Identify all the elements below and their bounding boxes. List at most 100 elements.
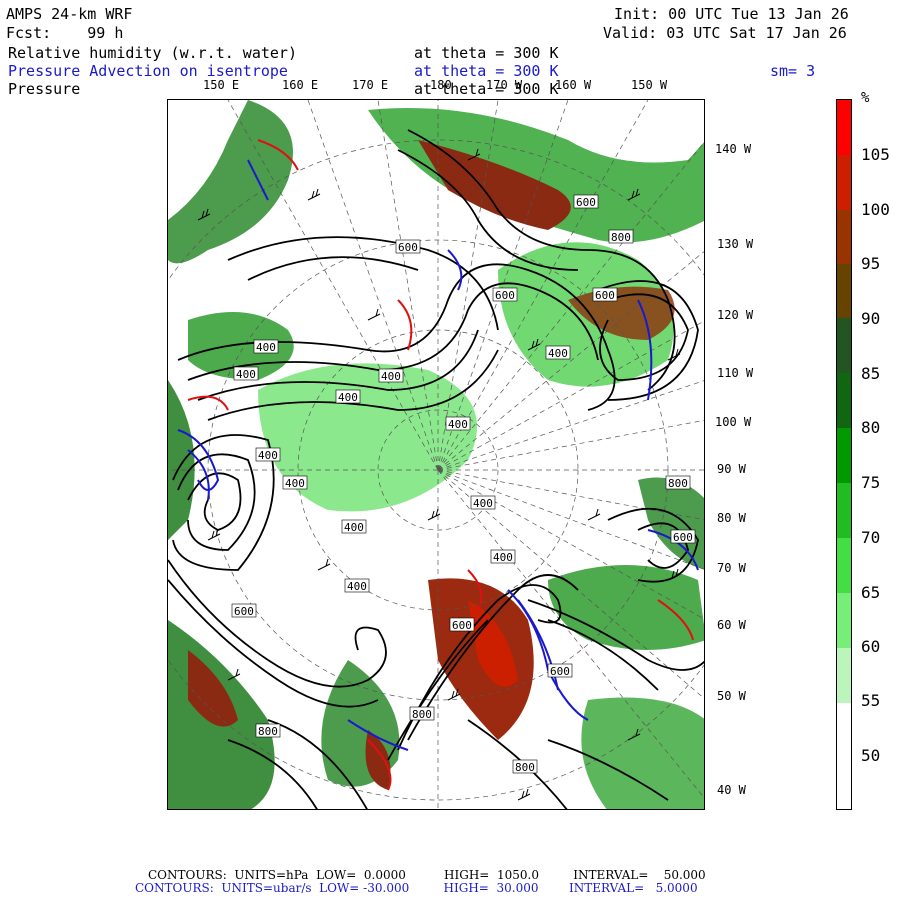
legend-unit: % xyxy=(861,90,870,106)
contour-label: 600 xyxy=(573,194,599,209)
contour-label: 800 xyxy=(255,723,281,738)
lon-label-right: 60 W xyxy=(717,618,746,632)
legend-swatch xyxy=(837,318,851,373)
forecast-hour: Fcst: 99 h xyxy=(6,24,124,42)
legend-swatch xyxy=(837,593,851,648)
field-padv-label: Pressure Advection on isentrope xyxy=(8,62,288,80)
lon-label-right: 120 W xyxy=(717,308,754,322)
legend-label: 100 xyxy=(861,200,890,219)
contour-label: 600 xyxy=(492,287,518,302)
svg-text:400: 400 xyxy=(448,418,468,431)
legend-label: 65 xyxy=(861,583,881,602)
contour-label: 400 xyxy=(282,475,308,490)
contour-label: 400 xyxy=(255,447,281,462)
valid-time: Valid: 03 UTC Sat 17 Jan 26 xyxy=(603,24,847,42)
svg-text:400: 400 xyxy=(473,497,493,510)
legend-swatch xyxy=(837,210,851,264)
weather-map-page: { "header": { "model": "AMPS 24-km WRF",… xyxy=(0,0,900,900)
legend-label: 60 xyxy=(861,637,881,656)
lon-label-right: 100 W xyxy=(715,415,752,429)
legend-label: 95 xyxy=(861,254,881,273)
svg-text:400: 400 xyxy=(381,370,401,383)
svg-text:800: 800 xyxy=(412,708,432,721)
contour-label: 600 xyxy=(592,287,618,302)
svg-text:600: 600 xyxy=(595,289,615,302)
svg-text:600: 600 xyxy=(576,196,596,209)
contour-label: 800 xyxy=(608,229,634,244)
field-rh-level: at theta = 300 K xyxy=(414,44,559,62)
lon-label-top: 160 W xyxy=(555,78,592,92)
svg-text:800: 800 xyxy=(515,761,535,774)
contour-label: 400 xyxy=(490,549,516,564)
svg-text:400: 400 xyxy=(548,347,568,360)
legend-label: 55 xyxy=(861,691,881,710)
svg-text:600: 600 xyxy=(398,241,418,254)
legend-swatch xyxy=(837,264,851,318)
lon-label-top: 170 E xyxy=(352,78,389,92)
svg-text:400: 400 xyxy=(493,551,513,564)
svg-text:400: 400 xyxy=(258,449,278,462)
svg-text:800: 800 xyxy=(611,231,631,244)
legend-swatch xyxy=(837,373,851,428)
contour-label: 800 xyxy=(409,706,435,721)
lon-label-top: 150 W xyxy=(631,78,668,92)
legend-label: 85 xyxy=(861,364,881,383)
svg-text:600: 600 xyxy=(495,289,515,302)
lon-label-top: 180 xyxy=(430,78,452,92)
svg-text:400: 400 xyxy=(344,521,364,534)
contour-label: 400 xyxy=(470,495,496,510)
legend-swatch xyxy=(837,703,851,809)
lon-label-top: 150 E xyxy=(203,78,240,92)
contour-label: 400 xyxy=(445,416,471,431)
svg-text:400: 400 xyxy=(236,368,256,381)
contour-label: 400 xyxy=(341,519,367,534)
legend-swatch xyxy=(837,155,851,210)
footer-advection-contours: CONTOURS: UNITS=ubar/s LOW= -30.000 HIGH… xyxy=(135,881,698,895)
lon-label-right: 90 W xyxy=(717,462,746,476)
contour-label: 400 xyxy=(545,345,571,360)
contour-label: 800 xyxy=(512,759,538,774)
legend-swatch xyxy=(837,428,851,483)
contour-label: 400 xyxy=(253,339,279,354)
lon-label-right: 50 W xyxy=(717,689,746,703)
svg-text:400: 400 xyxy=(347,580,367,593)
legend-swatch xyxy=(837,483,851,538)
svg-text:800: 800 xyxy=(258,725,278,738)
svg-text:400: 400 xyxy=(256,341,276,354)
lon-label-top: 170 W xyxy=(486,78,523,92)
svg-text:800: 800 xyxy=(668,477,688,490)
legend-label: 105 xyxy=(861,145,890,164)
contour-label: 400 xyxy=(378,368,404,383)
contour-label: 600 xyxy=(395,239,421,254)
svg-text:600: 600 xyxy=(452,619,472,632)
contour-label: 600 xyxy=(449,617,475,632)
contour-label: 400 xyxy=(233,366,259,381)
footer-pressure-contours: CONTOURS: UNITS=hPa LOW= 0.0000 HIGH= 10… xyxy=(148,868,706,882)
map-canvas: 600 800 600 600 600 400 400 400 400 400 … xyxy=(168,100,704,809)
lon-label-right: 140 W xyxy=(715,142,752,156)
legend-label: 50 xyxy=(861,746,881,765)
legend-label: 80 xyxy=(861,418,881,437)
legend-label: 70 xyxy=(861,528,881,547)
lon-label-right: 130 W xyxy=(717,237,754,251)
model-title: AMPS 24-km WRF xyxy=(6,5,133,23)
lon-label-right: 40 W xyxy=(717,783,746,797)
contour-label: 800 xyxy=(665,475,691,490)
contour-label: 600 xyxy=(670,529,696,544)
svg-text:400: 400 xyxy=(285,477,305,490)
contour-label: 600 xyxy=(231,603,257,618)
lon-label-right: 80 W xyxy=(717,511,746,525)
field-pressure-label: Pressure xyxy=(8,80,81,98)
svg-text:600: 600 xyxy=(234,605,254,618)
contour-label: 400 xyxy=(344,578,370,593)
legend-label: 90 xyxy=(861,309,881,328)
svg-text:600: 600 xyxy=(673,531,693,544)
init-time: Init: 00 UTC Tue 13 Jan 26 xyxy=(614,5,849,23)
svg-text:400: 400 xyxy=(338,391,358,404)
lon-label-right: 70 W xyxy=(717,561,746,575)
legend-swatch xyxy=(837,648,851,703)
field-rh-label: Relative humidity (w.r.t. water) xyxy=(8,44,297,62)
contour-label: 600 xyxy=(547,663,573,678)
legend-swatch xyxy=(837,100,851,155)
legend-label: 75 xyxy=(861,473,881,492)
